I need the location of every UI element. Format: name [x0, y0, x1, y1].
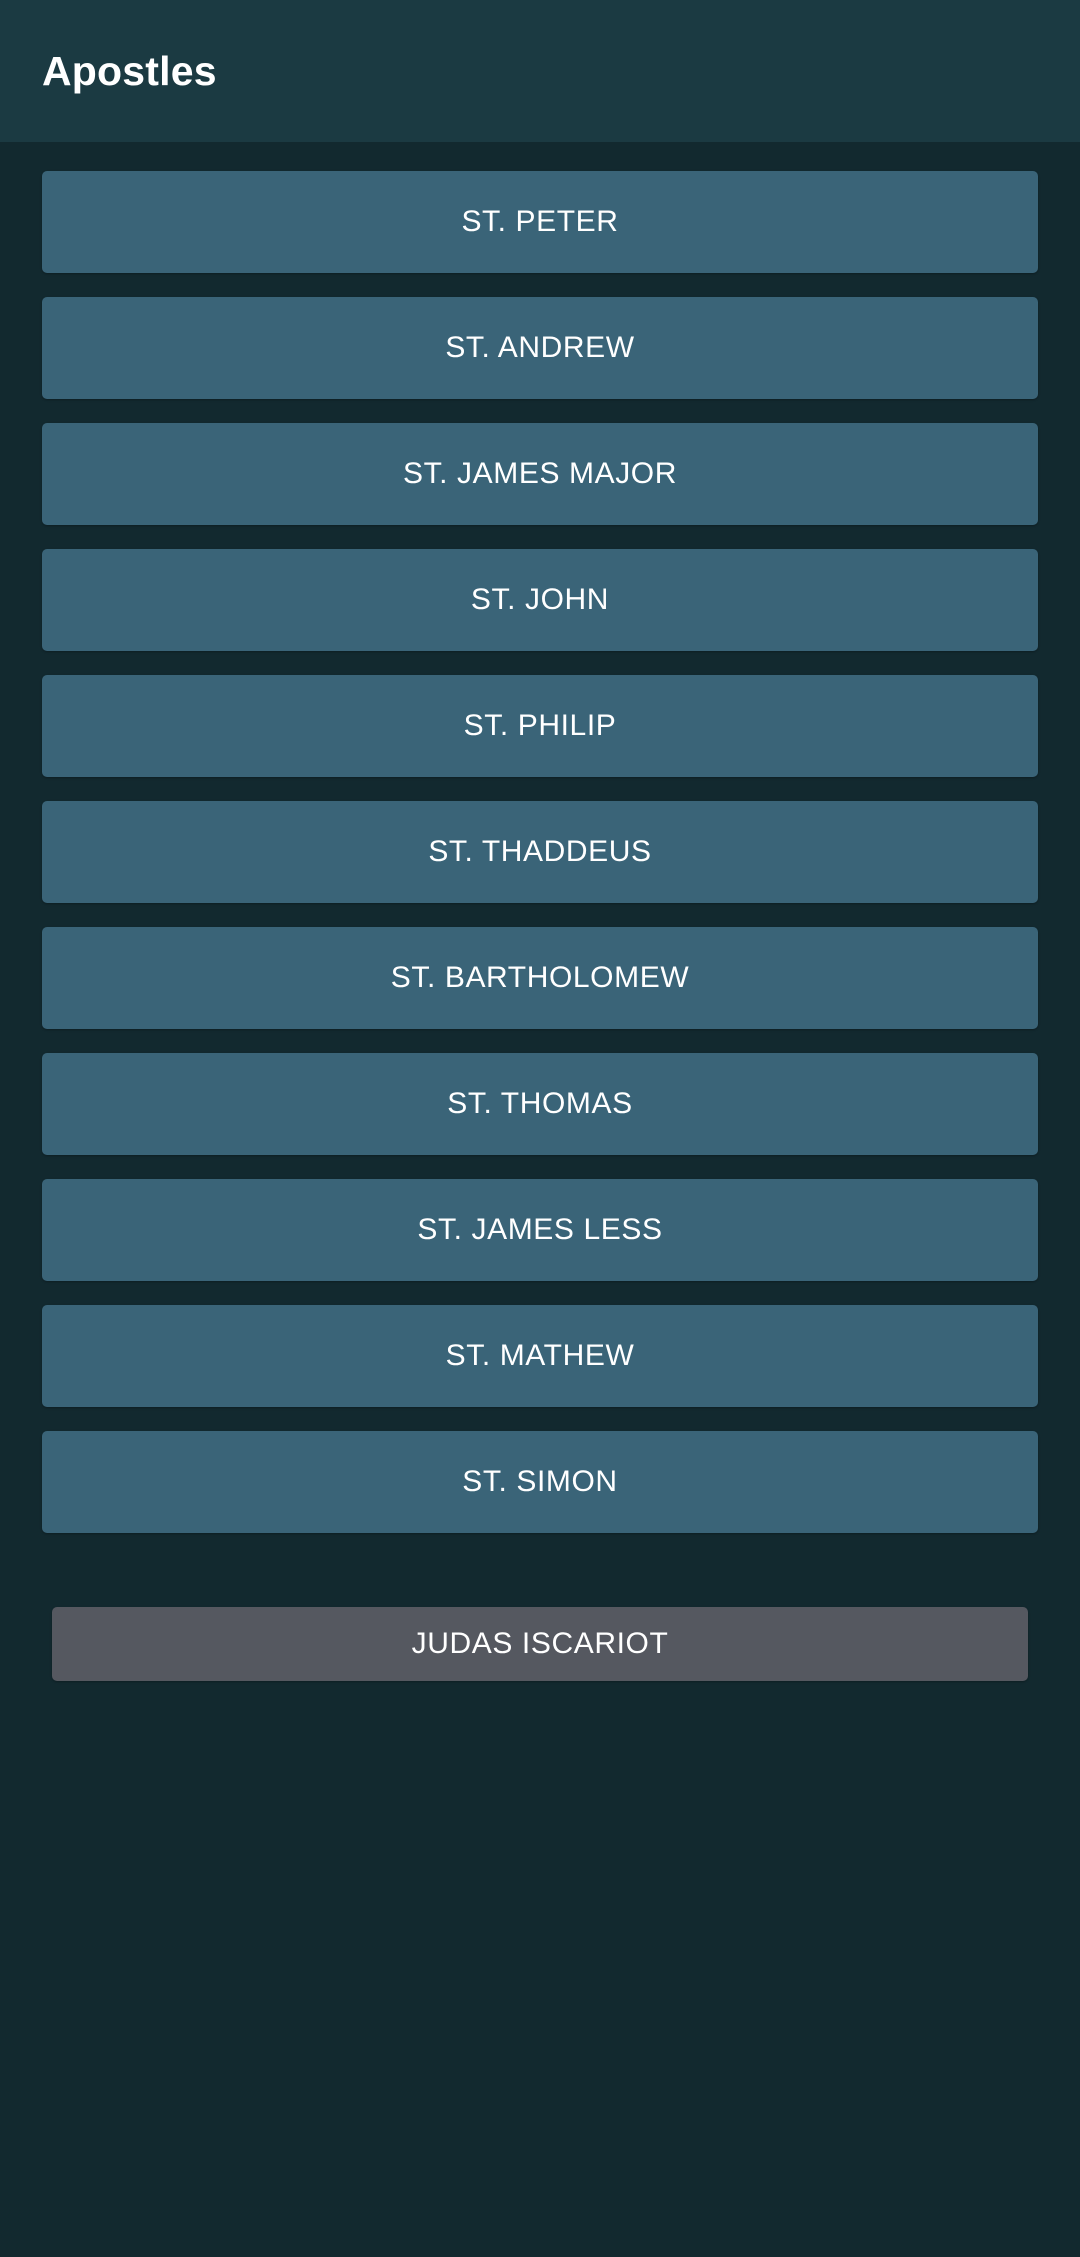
apostle-button-st-mathew[interactable]: ST. MATHEW: [42, 1305, 1038, 1407]
apostle-button-st-simon[interactable]: ST. SIMON: [42, 1431, 1038, 1533]
apostle-list: ST. PETER ST. ANDREW ST. JAMES MAJOR ST. JO…: [0, 171, 1080, 1533]
apostle-button-st-james-major[interactable]: ST. JAMES MAJOR: [42, 423, 1038, 525]
apostle-button-st-james-less[interactable]: ST. JAMES LESS: [42, 1179, 1038, 1281]
apostle-button-st-john[interactable]: ST. JOHN: [42, 549, 1038, 651]
traitor-section: JUDAS ISCARIOT: [0, 1607, 1080, 1681]
page-title: Apostles: [42, 47, 217, 94]
app-root: Apostles ST. PETER ST. ANDREW ST. JAMES MA…: [0, 0, 1080, 2257]
apostle-button-st-bartholomew[interactable]: ST. BARTHOLOMEW: [42, 927, 1038, 1029]
apostle-button-st-andrew[interactable]: ST. ANDREW: [42, 297, 1038, 399]
content-area: ST. PETER ST. ANDREW ST. JAMES MAJOR ST. JO…: [0, 142, 1080, 2257]
app-bar: Apostles: [0, 0, 1080, 142]
apostle-button-st-thaddeus[interactable]: ST. THADDEUS: [42, 801, 1038, 903]
apostle-button-st-philip[interactable]: ST. PHILIP: [42, 675, 1038, 777]
apostle-button-st-thomas[interactable]: ST. THOMAS: [42, 1053, 1038, 1155]
apostle-button-st-peter[interactable]: ST. PETER: [42, 171, 1038, 273]
apostle-button-judas-iscariot[interactable]: JUDAS ISCARIOT: [52, 1607, 1028, 1681]
